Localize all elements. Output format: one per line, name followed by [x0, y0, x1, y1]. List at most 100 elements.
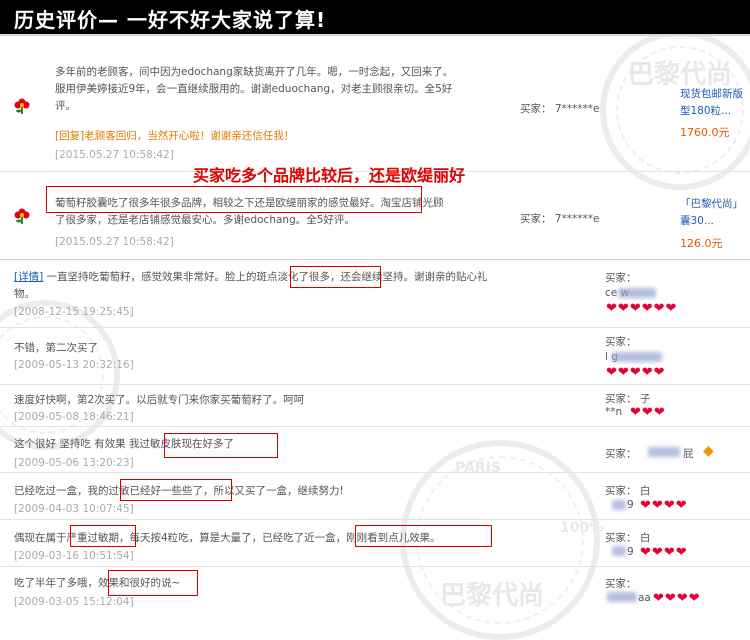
divider — [0, 472, 750, 473]
review-text-line: 物。 — [14, 288, 35, 300]
review-date: [2009-05-06 13:20:23] — [14, 457, 134, 469]
buyer-label: 买家： 白 — [605, 485, 651, 497]
divider — [0, 259, 750, 260]
watermark-percent: 100% — [560, 520, 604, 536]
heart-icon: ❤ — [640, 498, 651, 513]
buyer-label: 买家： 白 — [605, 532, 651, 544]
heart-icon: ❤ — [653, 405, 665, 420]
product-link[interactable]: 「巴黎代尚」 — [680, 196, 743, 213]
buyer-id: **n — [605, 406, 623, 418]
heart-icon: ❤ — [663, 545, 675, 560]
watermark-brand-bottom: 巴黎代尚 — [440, 581, 545, 611]
heart-icon: ❤ — [641, 405, 653, 420]
divider — [0, 566, 750, 567]
buyer-id: aa — [638, 592, 651, 604]
divider — [0, 426, 750, 427]
review-date: [2008-12-15 19:25:45] — [14, 306, 134, 318]
review-text: 一直坚持吃葡萄籽，感觉效果非常好。脸上的斑点淡化了很多，还会继续坚持。谢谢亲的贴… — [46, 271, 488, 283]
detail-link[interactable]: [详情] — [14, 271, 43, 283]
review-date: [2015.05.27 10:58:42] — [55, 149, 174, 161]
heart-icon: ❤ — [629, 365, 641, 380]
buyer-name: 买家： 7******e — [520, 103, 600, 115]
credit-rating: ❤ ❤ ❤ ❤ ❤ — [606, 366, 665, 379]
heart-icon: ❤ — [653, 301, 665, 316]
watermark-stamp-left — [0, 300, 120, 450]
review-text-line: 不错，第二次买了 — [14, 342, 98, 354]
buyer-id: 9 — [627, 499, 634, 511]
blurred-name — [607, 592, 637, 602]
page-header: 历史评价— 一好不好大家说了算! — [0, 0, 750, 36]
credit-rating: ❤ ❤ ❤ ❤ ❤ ❤ — [606, 302, 676, 315]
blurred-name — [612, 500, 626, 510]
review-text-line: 这个很好 坚持吃 有效果 我过敏皮肤现在好多了 — [14, 438, 235, 450]
seller-reply: [回复]老顾客回归，当然开心啦！谢谢亲还信任我！ — [55, 130, 295, 142]
review-date: [2009-05-08 18:46:21] — [14, 411, 134, 423]
divider — [0, 384, 750, 385]
product-link[interactable]: 现货包邮新版 — [680, 86, 743, 103]
product-price: 126.0元 — [680, 237, 723, 250]
heart-icon: ❤ — [653, 591, 664, 606]
buyer-label: 买家： — [605, 336, 637, 348]
buyer-id: 9 — [627, 546, 634, 558]
review-text-line: 葡萄籽胶囊吃了很多年很多品牌，相较之下还是欧缇丽家的感觉最好。淘宝店铺光顾 — [55, 197, 444, 209]
review-date: [2009-03-05 15:12:04] — [14, 596, 134, 608]
heart-icon: ❤ — [606, 365, 617, 380]
heart-icon: ❤ — [606, 301, 617, 316]
heart-icon: ❤ — [653, 365, 665, 380]
review-text-line: 了很多家，还是老店铺感觉最安心。多谢edochang。全5好评。 — [55, 214, 355, 226]
heart-icon: ❤ — [617, 365, 629, 380]
heart-icon: ❤ — [651, 498, 663, 513]
review-text-line: 速度好快啊，第2次买了。以后就专门来你家买葡萄籽了。呵呵 — [14, 394, 305, 406]
heart-icon: ❤ — [651, 545, 663, 560]
buyer-label: 买家： 子 — [605, 393, 651, 405]
heart-icon: ❤ — [641, 301, 653, 316]
credit-rating: ❤ ❤ ❤ ❤ — [640, 546, 687, 559]
heart-icon: ❤ — [676, 591, 688, 606]
flower-icon — [14, 208, 30, 224]
review-date: [2009-04-03 10:07:45] — [14, 503, 134, 515]
review-text-line: 服用伊美婷接近9年，会一直继续服用的。谢谢eduochang，对老主顾很亲切。全… — [55, 83, 453, 95]
heart-icon: ❤ — [630, 405, 641, 420]
product-link[interactable]: 型180粒... — [680, 103, 731, 120]
heart-icon: ❤ — [675, 545, 687, 560]
blurred-name — [618, 288, 656, 298]
watermark-paris: PARIS — [455, 460, 501, 476]
heart-icon: ❤ — [688, 591, 700, 606]
product-link[interactable]: 囊30... — [680, 213, 714, 230]
review-date: [2009-03-16 10:51:54] — [14, 550, 134, 562]
blurred-name — [648, 447, 680, 457]
credit-rating: ❤ ❤ ❤ ❤ — [640, 499, 687, 512]
heart-icon: ❤ — [663, 498, 675, 513]
annotation-callout: 买家吃多个品牌比较后，还是欧缇丽好 — [193, 166, 466, 185]
buyer-id: 屁 — [683, 448, 694, 460]
review-date: [2015.05.27 10:58:42] — [55, 236, 174, 248]
divider — [0, 519, 750, 520]
review-text-line: [详情] 一直坚持吃葡萄籽，感觉效果非常好。脸上的斑点淡化了很多，还会继续坚持。… — [14, 269, 488, 285]
heart-icon: ❤ — [641, 365, 653, 380]
blurred-name — [612, 352, 662, 362]
credit-rating: ❤ ❤ ❤ ❤ — [653, 592, 700, 605]
heart-icon: ❤ — [675, 498, 687, 513]
product-price: 1760.0元 — [680, 126, 730, 139]
heart-icon: ❤ — [617, 301, 629, 316]
review-date: [2009-05-13 20:32:16] — [14, 359, 134, 371]
buyer-label: 买家： — [605, 578, 637, 590]
review-text-line: 已经吃过一盒，我的过敏已经好一些些了，所以又买了一盒，继续努力! — [14, 485, 344, 497]
review-text-line: 吃了半年了多哦，效果和很好的说~ — [14, 577, 181, 589]
diamond-icon: ◆ — [703, 443, 714, 459]
review-text-line: 多年前的老顾客，间中因为edochang家缺货离开了几年。嗯，一时念起，又回来了… — [55, 66, 454, 78]
heart-icon: ❤ — [629, 301, 641, 316]
heart-icon: ❤ — [664, 591, 676, 606]
divider — [0, 327, 750, 328]
heart-icon: ❤ — [665, 301, 677, 316]
flower-icon — [14, 98, 30, 114]
buyer-label: 买家： — [605, 272, 637, 284]
heart-icon: ❤ — [640, 545, 651, 560]
buyer-label: 买家： — [605, 448, 637, 460]
buyer-name: 买家： 7******e — [520, 213, 600, 225]
page-title: 历史评价— 一好不好大家说了算! — [14, 8, 327, 32]
credit-rating: ❤ ❤ ❤ — [630, 406, 665, 419]
review-text-line: 评。 — [55, 100, 76, 112]
review-text-line: 偶现在属于严重过敏期，每天按4粒吃，算是大量了，已经吃了近一盒，刚刚看到点儿效果… — [14, 532, 441, 544]
blurred-name — [612, 546, 626, 556]
